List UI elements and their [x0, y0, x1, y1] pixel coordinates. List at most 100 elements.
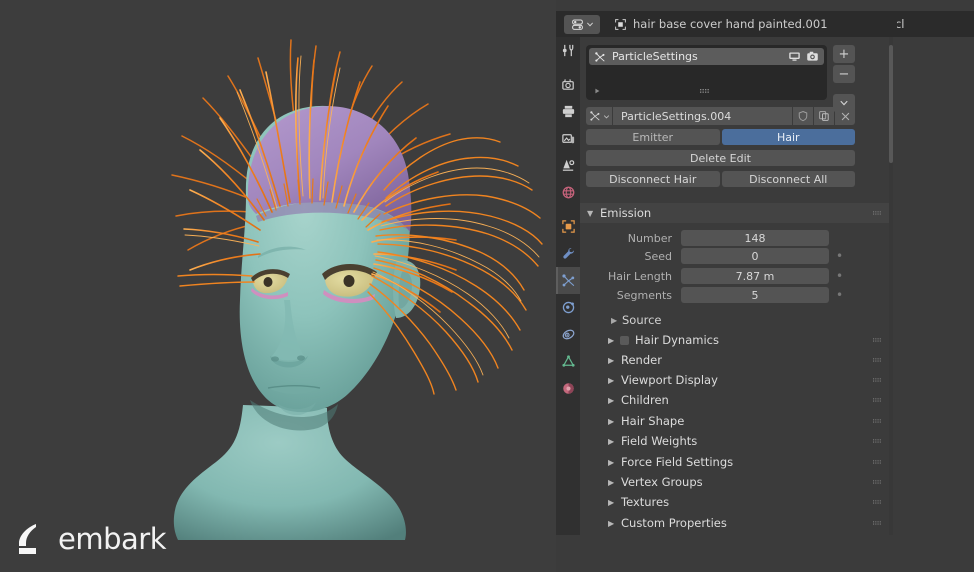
- disconnect-all-button[interactable]: Disconnect All: [722, 171, 856, 187]
- property-value-input[interactable]: 5: [681, 287, 829, 303]
- chevron-down-icon: [586, 20, 594, 28]
- grip-dots-icon[interactable]: [873, 357, 882, 364]
- datablock-browse-button[interactable]: [586, 107, 612, 125]
- constraints-icon: [561, 327, 576, 342]
- breadcrumb-object-label: hair base cover hand painted.001: [633, 17, 828, 31]
- fake-user-button[interactable]: [793, 107, 813, 125]
- hair-dynamics-checkbox[interactable]: [620, 336, 629, 345]
- sidebar-item-modifiers[interactable]: [556, 240, 580, 267]
- panel-header-custom-properties[interactable]: ▶ Custom Properties: [580, 513, 891, 533]
- type-hair-button[interactable]: Hair: [722, 129, 856, 145]
- particles-icon: [589, 110, 601, 122]
- play-triangle-icon[interactable]: [593, 87, 601, 95]
- panel-header-emission[interactable]: ▼ Emission: [580, 203, 891, 223]
- animate-dot-icon[interactable]: •: [835, 252, 844, 261]
- grip-dots-icon[interactable]: [873, 210, 882, 217]
- material-sphere-icon: [561, 381, 576, 396]
- 3d-viewport[interactable]: embark: [0, 0, 556, 572]
- panel-header-children[interactable]: ▶ Children: [580, 390, 891, 410]
- rail-gap: [556, 64, 580, 71]
- grip-dots-icon[interactable]: [700, 88, 710, 95]
- property-hair-length: Hair Length 7.87 m •: [589, 268, 844, 284]
- triangle-right-icon: ▶: [608, 437, 619, 446]
- type-emitter-button[interactable]: Emitter: [586, 129, 720, 145]
- panel-header-vertex-groups[interactable]: ▶ Vertex Groups: [580, 472, 891, 492]
- properties-header: hair base cover hand painted.001 ▸ Parti…: [556, 11, 974, 37]
- grip-dots-icon[interactable]: [873, 337, 882, 344]
- disconnect-row: Disconnect Hair Disconnect All: [586, 171, 855, 187]
- property-label: Hair Length: [589, 270, 681, 283]
- monitor-icon[interactable]: [788, 50, 801, 63]
- sidebar-item-render[interactable]: [556, 71, 580, 98]
- particle-type-toggle: Emitter Hair: [586, 129, 855, 145]
- grip-dots-icon[interactable]: [873, 397, 882, 404]
- new-copy-button[interactable]: [814, 107, 834, 125]
- sidebar-item-tool[interactable]: [556, 37, 580, 64]
- unlink-datablock-button[interactable]: [835, 107, 855, 125]
- grip-dots-icon[interactable]: [873, 377, 882, 384]
- sidebar-item-physics[interactable]: [556, 294, 580, 321]
- images-icon: [561, 131, 576, 146]
- delete-edit-button[interactable]: Delete Edit: [586, 150, 855, 166]
- panel-header-hair-dynamics[interactable]: ▶ Hair Dynamics: [580, 330, 891, 350]
- breadcrumb-tail-fill: [835, 11, 897, 37]
- sidebar-item-world[interactable]: [556, 179, 580, 206]
- triangle-right-icon: ▶: [608, 498, 619, 507]
- blender-window: embark: [0, 0, 974, 572]
- list-item[interactable]: ParticleSettings: [589, 48, 824, 65]
- scene-cone-icon: [561, 158, 576, 173]
- panel-header-viewport-display[interactable]: ▶ Viewport Display: [580, 370, 891, 390]
- panel-header-hair-shape[interactable]: ▶ Hair Shape: [580, 411, 891, 431]
- property-value-input[interactable]: 148: [681, 230, 829, 246]
- properties-editor-icon: [571, 18, 584, 31]
- property-value-input[interactable]: 7.87 m: [681, 268, 829, 284]
- remove-particle-system-button[interactable]: −: [833, 65, 855, 83]
- sidebar-item-object[interactable]: [556, 213, 580, 240]
- grip-dots-icon[interactable]: [873, 479, 882, 486]
- subpanel-title-source: Source: [622, 313, 662, 327]
- editor-type-selector[interactable]: [564, 15, 600, 34]
- particles-icon: [561, 273, 576, 288]
- sidebar-item-view-layer[interactable]: [556, 125, 580, 152]
- sidebar-item-particles[interactable]: [556, 267, 580, 294]
- animate-dot-icon[interactable]: •: [835, 291, 844, 300]
- sidebar-item-scene[interactable]: [556, 152, 580, 179]
- grip-dots-icon[interactable]: [873, 459, 882, 466]
- add-particle-system-button[interactable]: +: [833, 45, 855, 63]
- sidebar-item-object-data[interactable]: [556, 348, 580, 375]
- panel-title-viewport-display: Viewport Display: [621, 373, 718, 387]
- property-value-input[interactable]: 0: [681, 248, 829, 264]
- grip-dots-icon[interactable]: [873, 520, 882, 527]
- triangle-right-icon: ▶: [608, 478, 619, 487]
- animate-dot-icon[interactable]: •: [835, 272, 844, 281]
- vertical-scrollbar[interactable]: [889, 45, 893, 163]
- grip-dots-icon[interactable]: [873, 438, 882, 445]
- grip-dots-icon[interactable]: [873, 499, 882, 506]
- sidebar-item-constraints[interactable]: [556, 321, 580, 348]
- sidebar-item-material[interactable]: [556, 375, 580, 402]
- panel-header-textures[interactable]: ▶ Textures: [580, 492, 891, 512]
- panel-header-field-weights[interactable]: ▶ Field Weights: [580, 431, 891, 451]
- mesh-data-triangle-icon: [561, 354, 576, 369]
- duplicate-icon: [818, 110, 830, 122]
- particle-system-list[interactable]: ParticleSettings: [586, 45, 827, 100]
- triangle-down-icon: ▼: [587, 209, 598, 218]
- list-side-buttons: + −: [833, 45, 855, 114]
- list-item-label: ParticleSettings: [612, 50, 788, 63]
- datablock-name-input[interactable]: ParticleSettings.004: [613, 107, 792, 125]
- sidebar-item-output[interactable]: [556, 98, 580, 125]
- panel-header-render[interactable]: ▶ Render: [580, 350, 891, 370]
- render-camera-icon: [561, 77, 576, 92]
- breadcrumb-item-object[interactable]: hair base cover hand painted.001: [614, 17, 828, 31]
- subpanel-header-source[interactable]: ▶ Source: [580, 310, 891, 330]
- panel-title-hair-dynamics: Hair Dynamics: [635, 333, 719, 347]
- disconnect-hair-button[interactable]: Disconnect Hair: [586, 171, 720, 187]
- panel-title-force-field-settings: Force Field Settings: [621, 455, 733, 469]
- camera-icon[interactable]: [806, 50, 819, 63]
- panel-header-force-field-settings[interactable]: ▶ Force Field Settings: [580, 452, 891, 472]
- triangle-right-icon: ▶: [608, 376, 619, 385]
- world-globe-icon: [561, 185, 576, 200]
- grip-dots-icon[interactable]: [873, 418, 882, 425]
- property-segments: Segments 5 •: [589, 287, 844, 303]
- property-label: Segments: [589, 289, 681, 302]
